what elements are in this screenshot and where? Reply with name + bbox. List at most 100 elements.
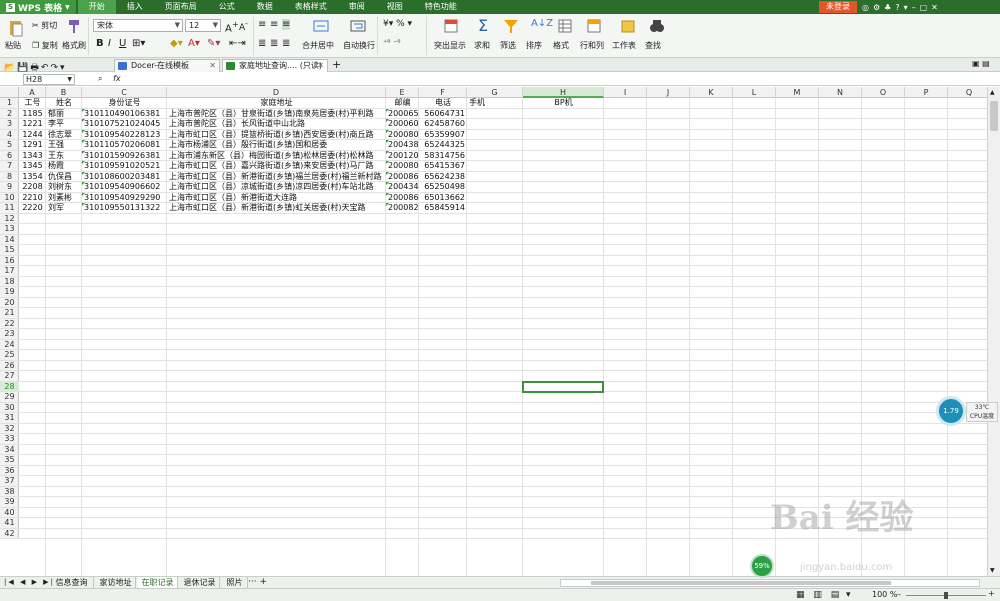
row-header[interactable]: 10 bbox=[0, 193, 19, 203]
row-header[interactable]: 27 bbox=[0, 371, 19, 382]
menu-item-6[interactable]: 审阅 bbox=[338, 0, 376, 14]
name-box[interactable]: H28 ▼ bbox=[23, 74, 75, 85]
window-layout-icon[interactable]: ▣ ▤ bbox=[972, 59, 990, 68]
cell-d8[interactable]: 上海市虹口区（县）新港街道(乡镇)福兰居委(村)福兰新村路 bbox=[167, 172, 386, 183]
row-header[interactable]: 34 bbox=[0, 445, 19, 455]
row-header[interactable]: 28 bbox=[0, 381, 19, 392]
cell-e1[interactable]: 邮编 bbox=[386, 98, 419, 109]
cell-d9[interactable]: 上海市虹口区（县）凉城街道(乡镇)凉四居委(村)车站北路 bbox=[167, 182, 386, 193]
binoculars-icon[interactable] bbox=[649, 18, 665, 34]
highlight-icon[interactable] bbox=[443, 18, 459, 34]
zoom-out-button[interactable]: – bbox=[897, 590, 901, 599]
row-header[interactable]: 32 bbox=[0, 424, 19, 434]
cell-b8[interactable]: 仇保昌 bbox=[46, 172, 82, 183]
menu-item-5[interactable]: 表格样式 bbox=[284, 0, 338, 14]
scroll-up-icon[interactable]: ▲ bbox=[990, 89, 995, 96]
zoom-slider[interactable] bbox=[906, 592, 986, 599]
format-painter-button[interactable]: 格式刷 bbox=[62, 40, 86, 51]
row-header[interactable]: 17 bbox=[0, 266, 19, 277]
cell-f9[interactable]: 65250498 bbox=[419, 182, 467, 193]
sheet-tab-2[interactable]: 家访地址 bbox=[96, 577, 136, 588]
row-header[interactable]: 12 bbox=[0, 214, 19, 224]
decimal-icon[interactable]: ⁺⁰ ⁻⁰ bbox=[383, 38, 400, 47]
sheet-tab-1[interactable]: 信息查询 bbox=[50, 577, 94, 588]
cell-b7[interactable]: 杨霞 bbox=[46, 161, 82, 172]
highlight-button[interactable]: 突出显示 bbox=[434, 40, 466, 51]
row-header[interactable]: 4 bbox=[0, 130, 19, 140]
row-header[interactable]: 40 bbox=[0, 508, 19, 518]
cell-b6[interactable]: 王东 bbox=[46, 151, 82, 162]
menu-item-2[interactable]: 页面布局 bbox=[154, 0, 208, 14]
column-header-f[interactable]: F bbox=[419, 87, 467, 98]
close-icon[interactable]: ✕ bbox=[317, 60, 324, 72]
row-header[interactable]: 39 bbox=[0, 497, 19, 508]
menu-item-8[interactable]: 特色功能 bbox=[414, 0, 468, 14]
cell-a7[interactable]: 1345 bbox=[19, 161, 46, 172]
cell-b1[interactable]: 姓名 bbox=[46, 98, 82, 109]
cell-e6[interactable]: 200120 bbox=[386, 151, 419, 162]
row-header[interactable]: 3 bbox=[0, 119, 19, 130]
scroll-thumb[interactable] bbox=[990, 101, 998, 131]
column-header-k[interactable]: K bbox=[690, 87, 733, 98]
cell-b3[interactable]: 李平 bbox=[46, 119, 82, 130]
cell-c11[interactable]: 310109550131322 bbox=[82, 203, 167, 214]
cell-d11[interactable]: 上海市虹口区（县）新港街道(乡镇)虹关居委(村)天宝路 bbox=[167, 203, 386, 214]
cell-f5[interactable]: 65244325 bbox=[419, 140, 467, 151]
align-right-icon[interactable]: ≣ bbox=[282, 38, 290, 49]
new-tab-button[interactable]: + bbox=[332, 58, 341, 71]
cell-a2[interactable]: 1185 bbox=[19, 109, 46, 120]
cell-c1[interactable]: 身份证号 bbox=[82, 98, 167, 109]
cell-h1[interactable]: BP机 bbox=[523, 98, 604, 109]
row-header[interactable]: 30 bbox=[0, 403, 19, 413]
sheet-tab-5[interactable]: 照片 bbox=[222, 577, 248, 588]
bold-button[interactable]: B bbox=[96, 38, 104, 49]
row-header[interactable]: 25 bbox=[0, 350, 19, 361]
cell-f6[interactable]: 58314756 bbox=[419, 151, 467, 162]
number-format-icon[interactable]: ¥▾ % ▾ bbox=[383, 19, 412, 29]
row-header[interactable]: 2 bbox=[0, 109, 19, 119]
row-header[interactable]: 20 bbox=[0, 298, 19, 308]
cell-c10[interactable]: 310109540929290 bbox=[82, 193, 167, 204]
zoom-in-button[interactable]: + bbox=[988, 589, 995, 598]
cell-c7[interactable]: 310109591020521 bbox=[82, 161, 167, 172]
cell-a11[interactable]: 2220 bbox=[19, 203, 46, 214]
column-header-b[interactable]: B bbox=[46, 87, 82, 98]
cell-e10[interactable]: 200086 bbox=[386, 193, 419, 204]
horizontal-scrollbar[interactable] bbox=[560, 579, 980, 587]
column-header-p[interactable]: P bbox=[905, 87, 948, 98]
menu-item-1[interactable]: 插入 bbox=[116, 0, 154, 14]
column-header-d[interactable]: D bbox=[167, 87, 386, 98]
cell-b10[interactable]: 刘素彬 bbox=[46, 193, 82, 204]
cell-f1[interactable]: 电话 bbox=[419, 98, 467, 109]
align-top-icon[interactable]: ≡ bbox=[258, 19, 266, 30]
close-icon[interactable]: ✕ bbox=[209, 60, 216, 72]
font-color-icon[interactable]: A▾ bbox=[188, 38, 200, 49]
maximize-icon[interactable]: ▢ bbox=[920, 3, 928, 12]
row-header[interactable]: 35 bbox=[0, 455, 19, 466]
tab-home-address[interactable]: 家庭地址查询.... (只读) *✕ bbox=[222, 59, 328, 82]
menu-home[interactable]: 开始 bbox=[77, 0, 116, 14]
cell-c2[interactable]: 310110490106381 bbox=[82, 109, 167, 120]
vertical-scrollbar[interactable]: ▲ ▼ bbox=[987, 87, 1000, 576]
column-header-h[interactable]: H bbox=[523, 87, 604, 98]
copy-button[interactable]: ❐ 复制 bbox=[32, 40, 58, 51]
cell-e3[interactable]: 200060 bbox=[386, 119, 419, 130]
zoom-find-icon[interactable]: ⌕ bbox=[98, 74, 102, 84]
column-header-n[interactable]: N bbox=[819, 87, 862, 98]
sheet-tab-4[interactable]: 退休记录 bbox=[180, 577, 220, 588]
row-header[interactable]: 14 bbox=[0, 235, 19, 245]
row-header[interactable]: 6 bbox=[0, 151, 19, 161]
cell-a1[interactable]: 工号 bbox=[19, 98, 46, 109]
row-header[interactable]: 31 bbox=[0, 413, 19, 424]
cell-f7[interactable]: 65415367 bbox=[419, 161, 467, 172]
cell-b2[interactable]: 郁丽 bbox=[46, 109, 82, 120]
row-header[interactable]: 1 bbox=[0, 98, 19, 109]
cell-a6[interactable]: 1343 bbox=[19, 151, 46, 162]
column-header-l[interactable]: L bbox=[733, 87, 776, 98]
cell-b11[interactable]: 刘军 bbox=[46, 203, 82, 214]
font-grow-button[interactable]: A+ bbox=[225, 19, 239, 34]
row-header[interactable]: 18 bbox=[0, 277, 19, 287]
merge-center-icon[interactable] bbox=[313, 18, 329, 34]
cell-f8[interactable]: 65624238 bbox=[419, 172, 467, 183]
cell-a10[interactable]: 2210 bbox=[19, 193, 46, 204]
